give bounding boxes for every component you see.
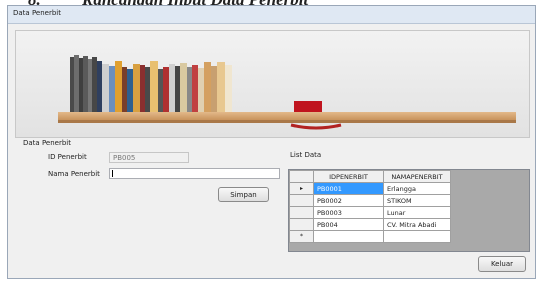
penerbit-data-grid[interactable]: IDPENERBIT NAMAPENERBIT ▸ PB0001 Erlangg… <box>288 169 530 252</box>
simpan-button[interactable]: Simpan <box>218 187 269 202</box>
nama-penerbit-input[interactable] <box>109 168 280 179</box>
window-title: Data Penerbit <box>13 9 61 17</box>
cell-idpenerbit[interactable]: PB004 <box>313 218 384 231</box>
bookshelf-illustration <box>16 31 529 137</box>
row-header[interactable] <box>289 194 314 207</box>
row-header[interactable] <box>289 218 314 231</box>
row-header[interactable] <box>289 206 314 219</box>
grid-header-row: IDPENERBIT NAMAPENERBIT <box>289 170 451 183</box>
cell-idpenerbit[interactable]: PB0002 <box>313 194 384 207</box>
window-titlebar[interactable]: Data Penerbit <box>8 6 535 24</box>
grid-corner-cell <box>289 170 314 183</box>
cell-namapenerbit[interactable]: Lunar <box>383 206 451 219</box>
cell-namapenerbit[interactable]: CV. Mitra Abadi <box>383 218 451 231</box>
list-data-label: List Data <box>290 151 322 159</box>
column-header-idpenerbit[interactable]: IDPENERBIT <box>313 170 384 183</box>
column-header-namapenerbit[interactable]: NAMAPENERBIT <box>383 170 451 183</box>
data-penerbit-group-label: Data Penerbit <box>23 139 71 147</box>
new-row-cell-idpenerbit[interactable] <box>313 230 384 243</box>
table-row[interactable]: PB0003 Lunar <box>289 206 451 219</box>
text-cursor <box>112 170 113 177</box>
cell-namapenerbit[interactable]: Erlangga <box>383 182 451 195</box>
cell-idpenerbit[interactable]: PB0001 <box>313 182 384 195</box>
id-penerbit-label: ID Penerbit <box>48 153 87 161</box>
nama-penerbit-label: Nama Penerbit <box>48 170 100 178</box>
new-row[interactable]: * <box>289 230 451 243</box>
table-row[interactable]: ▸ PB0001 Erlangga <box>289 182 451 195</box>
table-row[interactable]: PB0002 STIKOM <box>289 194 451 207</box>
row-header[interactable]: ▸ <box>289 182 314 195</box>
id-penerbit-field[interactable]: PB005 <box>109 152 189 163</box>
cell-idpenerbit[interactable]: PB0003 <box>313 206 384 219</box>
bookshelf-banner-image <box>15 30 530 138</box>
keluar-button[interactable]: Keluar <box>478 256 526 272</box>
table-row[interactable]: PB004 CV. Mitra Abadi <box>289 218 451 231</box>
form-window: Data Penerbit Data Penerbit ID Penerbit … <box>7 5 536 279</box>
new-row-header[interactable]: * <box>289 230 314 243</box>
new-row-cell-namapenerbit[interactable] <box>383 230 451 243</box>
cell-namapenerbit[interactable]: STIKOM <box>383 194 451 207</box>
